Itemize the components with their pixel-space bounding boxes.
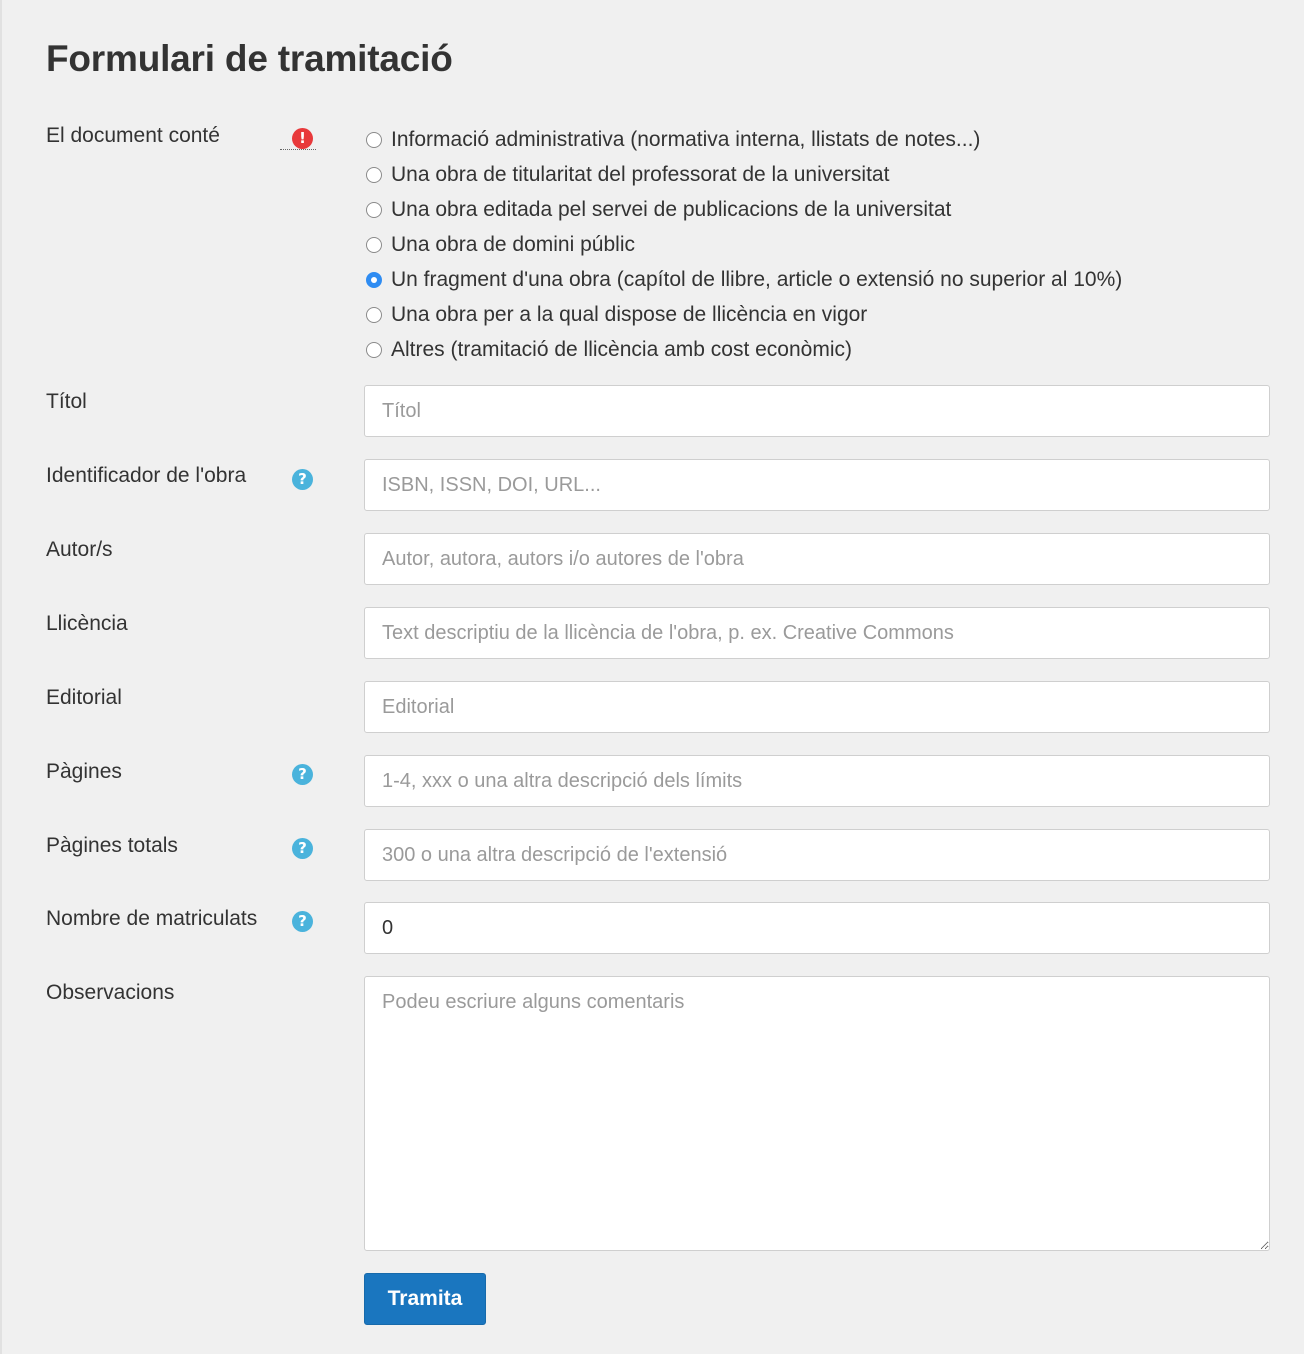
titol-label: Títol (46, 390, 87, 413)
radio-button[interactable] (366, 166, 382, 183)
pagines-input[interactable] (364, 755, 1270, 807)
llicencia-label: Llicència (46, 612, 128, 635)
required-indicator-underline (280, 149, 316, 150)
document-type-option[interactable]: Informació administrativa (normativa int… (364, 122, 1122, 157)
radio-option-label: Un fragment d'una obra (capítol de llibr… (391, 267, 1123, 291)
autors-label: Autor/s (46, 538, 113, 561)
radio-button[interactable] (366, 271, 382, 288)
editorial-input[interactable] (364, 681, 1270, 733)
matriculats-input[interactable] (364, 902, 1270, 954)
radio-option-label: Altres (tramitació de llicència amb cost… (391, 337, 852, 361)
observacions-label: Observacions (46, 981, 175, 1004)
matriculats-label: Nombre de matriculats (46, 907, 258, 930)
radio-option-label: Una obra de domini públic (391, 232, 635, 256)
pagines-help-icon[interactable]: ? (292, 764, 313, 785)
pagines-totals-help-icon[interactable]: ? (292, 838, 313, 859)
document-type-option[interactable]: Una obra per a la qual dispose de llicèn… (364, 297, 1122, 332)
radio-button[interactable] (366, 306, 382, 323)
tramita-submit-button[interactable]: Tramita (364, 1273, 486, 1325)
radio-button[interactable] (366, 201, 382, 218)
radio-option-label: Una obra per a la qual dispose de llicèn… (391, 302, 868, 326)
document-type-label: El document conté (46, 124, 220, 147)
document-type-option[interactable]: Un fragment d'una obra (capítol de llibr… (364, 262, 1122, 297)
pagines-totals-label: Pàgines totals (46, 834, 178, 857)
editorial-label: Editorial (46, 686, 122, 709)
identificador-label: Identificador de l'obra (46, 464, 247, 487)
document-type-option[interactable]: Una obra editada pel servei de publicaci… (364, 192, 1122, 227)
document-type-option[interactable]: Altres (tramitació de llicència amb cost… (364, 332, 1122, 367)
radio-option-label: Una obra de titularitat del professorat … (391, 162, 890, 186)
radio-button[interactable] (366, 341, 382, 358)
page-left-border (0, 0, 2, 1354)
radio-option-label: Una obra editada pel servei de publicaci… (391, 197, 952, 221)
llicencia-input[interactable] (364, 607, 1270, 659)
titol-input[interactable] (364, 385, 1270, 437)
required-exclamation-icon: ! (292, 128, 313, 149)
radio-button[interactable] (366, 131, 382, 148)
identificador-help-icon[interactable]: ? (292, 469, 313, 490)
document-type-option[interactable]: Una obra de domini públic (364, 227, 1122, 262)
pagines-totals-input[interactable] (364, 829, 1270, 881)
radio-option-label: Informació administrativa (normativa int… (391, 127, 981, 151)
radio-button[interactable] (366, 236, 382, 253)
pagines-label: Pàgines (46, 760, 122, 783)
page-title: Formulari de tramitació (46, 38, 453, 79)
autors-input[interactable] (364, 533, 1270, 585)
document-type-radio-group: Informació administrativa (normativa int… (364, 122, 1122, 367)
observacions-textarea[interactable] (364, 976, 1270, 1251)
identificador-input[interactable] (364, 459, 1270, 511)
document-type-option[interactable]: Una obra de titularitat del professorat … (364, 157, 1122, 192)
matriculats-help-icon[interactable]: ? (292, 911, 313, 932)
